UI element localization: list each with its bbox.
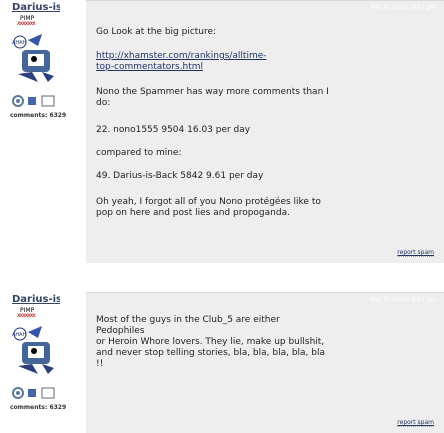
comment-line: do: bbox=[96, 98, 111, 108]
comment-post: Darius-is... PIMP xxxxxxx AHAH comments:… bbox=[0, 292, 444, 433]
author-panel: Darius-is... PIMP xxxxxxx AHAH comments:… bbox=[0, 292, 69, 432]
avatar[interactable]: AHAH bbox=[8, 32, 62, 84]
svg-text:AHAH: AHAH bbox=[12, 40, 27, 46]
profile-icons bbox=[12, 95, 55, 107]
rank-stars: xxxxxxx bbox=[17, 312, 36, 319]
rankings-link[interactable]: http://xhamster.com/rankings/alltime- bbox=[96, 51, 267, 61]
author-name-link[interactable]: Darius-is... bbox=[12, 294, 60, 305]
comment-line: Oh yeah, I forgot all of you Nono protég… bbox=[96, 197, 321, 207]
comment-line: Pedophiles bbox=[96, 326, 145, 336]
author-panel: Darius-is... PIMP xxxxxxx AHAH comments:… bbox=[0, 0, 69, 262]
comment-line: 49. Darius-is-Back 5842 9.61 per day bbox=[96, 171, 264, 181]
comment-line: Most of the guys in the Club_5 are eithe… bbox=[96, 315, 280, 325]
post-timestamp: May 8, 2010, 3:27 pm bbox=[369, 4, 436, 11]
comment-line: !! bbox=[96, 359, 104, 369]
rankings-link-continued[interactable]: top-commentators.html bbox=[96, 62, 203, 72]
link-line: top-commentators.html bbox=[96, 62, 203, 73]
report-spam-link[interactable]: report spam bbox=[397, 249, 434, 257]
report-spam-link[interactable]: report spam bbox=[397, 419, 434, 427]
comments-count: comments: 6329 bbox=[10, 112, 67, 119]
comment-line: compared to mine: bbox=[96, 148, 182, 158]
comment-line: and never stop telling stories, bla, bla… bbox=[96, 348, 326, 358]
comment-post: Darius-is... PIMP xxxxxxx AHAH comments:… bbox=[0, 0, 444, 263]
comment-line: pop on here and post lies and propoganda… bbox=[96, 208, 290, 218]
comment-line: 22. nono1555 9504 16.03 per day bbox=[96, 125, 251, 135]
post-timestamp: May 8, 2010, 3:25 pm bbox=[369, 296, 436, 303]
comment-line: Go Look at the big picture: bbox=[96, 27, 217, 37]
author-name-link[interactable]: Darius-is... bbox=[12, 2, 60, 13]
rank-stars: xxxxxxx bbox=[17, 20, 36, 27]
link-line: http://xhamster.com/rankings/alltime- bbox=[96, 51, 267, 62]
avatar[interactable]: AHAH bbox=[8, 324, 62, 376]
comment-line: or Heroin Whore lovers. They lie, make u… bbox=[96, 337, 325, 347]
svg-text:AHAH: AHAH bbox=[12, 332, 27, 338]
comment-body: May 8, 2010, 3:25 pm Most of the guys in… bbox=[86, 292, 444, 433]
comment-body: May 8, 2010, 3:27 pm Go Look at the big … bbox=[86, 0, 444, 263]
comment-line: Nono the Spammer has way more comments t… bbox=[96, 87, 329, 97]
comments-count: comments: 6329 bbox=[10, 404, 67, 411]
profile-icons bbox=[12, 387, 55, 399]
